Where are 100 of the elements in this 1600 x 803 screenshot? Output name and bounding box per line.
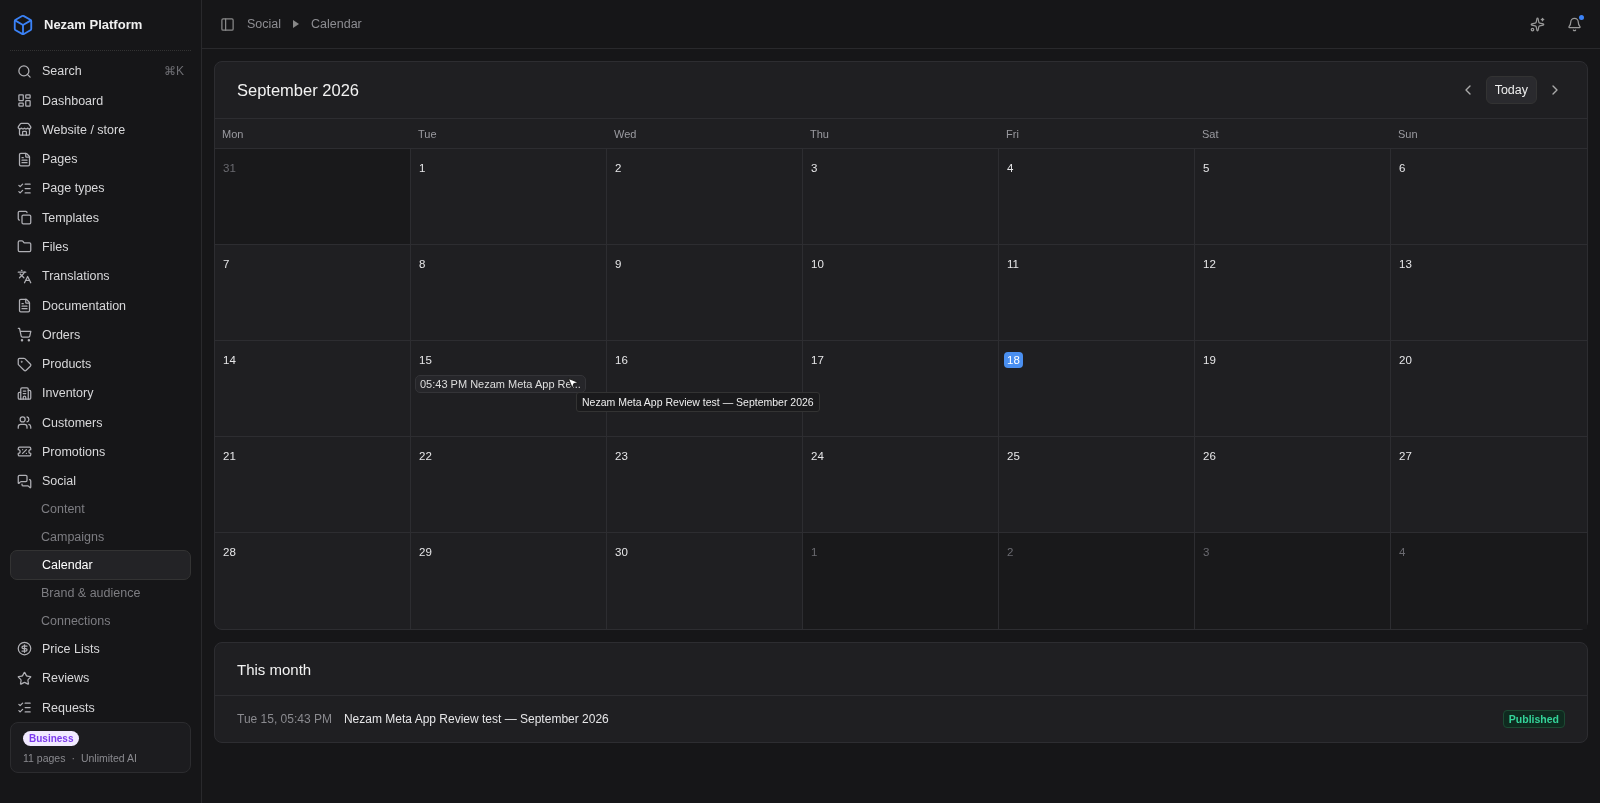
day-cell[interactable]: 19 [1195, 341, 1391, 437]
day-cell[interactable]: 23 [607, 437, 803, 533]
day-number: 3 [811, 162, 818, 174]
nav-item[interactable]: Orders [10, 320, 191, 350]
day-number: 19 [1203, 354, 1216, 366]
nav-item[interactable]: Translations [10, 261, 191, 291]
today-button[interactable]: Today [1485, 76, 1537, 104]
day-cell[interactable]: 5 [1195, 149, 1391, 245]
document-icon [17, 298, 32, 313]
day-number: 14 [223, 354, 236, 366]
nav-item[interactable]: Reviews [10, 663, 191, 693]
weekday-header: Thu [803, 119, 999, 149]
ticket-icon [17, 444, 32, 460]
shortcut-hint: ⌘K [164, 64, 184, 79]
day-cell[interactable]: 22 [411, 437, 607, 533]
day-cell[interactable]: 2 [607, 149, 803, 245]
users-icon [17, 415, 32, 431]
weekday-header: Sat [1195, 119, 1391, 149]
status-badge: Published [1502, 710, 1565, 728]
day-cell[interactable]: 10 [803, 245, 999, 341]
event-chip[interactable]: 05:43 PM Nezam Meta App Re... [415, 375, 586, 393]
separator: · [71, 752, 75, 765]
day-number: 12 [1203, 258, 1216, 270]
day-cell[interactable]: 11 [999, 245, 1195, 341]
breadcrumb-link[interactable]: Social [247, 17, 282, 31]
day-number: 1 [811, 546, 818, 558]
search-icon [17, 63, 32, 79]
day-number: 20 [1399, 354, 1412, 366]
day-cell[interactable]: 9 [607, 245, 803, 341]
day-cell[interactable]: 29 [411, 533, 607, 629]
store-icon [17, 122, 32, 138]
nav-item[interactable]: Customers [10, 408, 191, 438]
day-cell[interactable]: 14 [215, 341, 411, 437]
day-cell[interactable]: 13 [1391, 245, 1587, 341]
nav-item[interactable]: Dashboard [10, 85, 191, 116]
nav-item[interactable]: Price Lists [10, 634, 191, 664]
day-cell[interactable]: 4 [999, 149, 1195, 245]
sparkles-icon[interactable] [1530, 16, 1545, 32]
checklist-icon [17, 180, 32, 196]
bell-icon[interactable] [1567, 16, 1582, 32]
sidebar-toggle-icon[interactable] [220, 16, 235, 32]
translate-icon [17, 268, 32, 284]
folder-icon [17, 239, 32, 255]
nav-item[interactable]: Promotions [10, 437, 191, 467]
day-cell[interactable]: 8 [411, 245, 607, 341]
day-number: 30 [615, 546, 628, 558]
day-number: 2 [615, 162, 622, 174]
nav-subitem[interactable]: Connections [10, 607, 191, 635]
day-cell[interactable]: 21 [215, 437, 411, 533]
day-cell[interactable]: 7 [215, 245, 411, 341]
day-number: 25 [1007, 450, 1020, 462]
day-cell[interactable]: 6 [1391, 149, 1587, 245]
day-number: 9 [615, 258, 622, 270]
day-number: 11 [1007, 258, 1019, 270]
app-name: Nezam Platform [44, 17, 143, 33]
cart-icon [17, 327, 32, 343]
weekday-header: Sun [1391, 119, 1587, 149]
nav-subitem[interactable]: Brand & audience [10, 579, 191, 608]
nav-subitem[interactable]: Calendar [10, 550, 191, 580]
nav-item[interactable]: Social [10, 466, 191, 496]
section-title: This month [237, 660, 312, 678]
nav-item[interactable]: Files [10, 232, 191, 262]
nav-subitem[interactable]: Campaigns [10, 523, 191, 551]
day-number: 21 [223, 450, 236, 462]
day-cell[interactable]: 28 [215, 533, 411, 629]
month-title: September 2026 [237, 80, 359, 100]
day-number: 24 [811, 450, 824, 462]
cube-logo-icon [12, 13, 34, 36]
nav-item[interactable]: Products [10, 349, 191, 379]
nav-item[interactable]: Templates [10, 203, 191, 233]
day-number: 8 [419, 258, 426, 270]
nav-item[interactable]: Requests [10, 692, 191, 723]
grid-icon [17, 93, 32, 109]
nav-item[interactable]: Website / store [10, 115, 191, 145]
day-number: 4 [1399, 546, 1406, 558]
tag-icon [17, 356, 32, 372]
day-cell[interactable]: 3 [803, 149, 999, 245]
day-cell[interactable]: 1 [411, 149, 607, 245]
nav-item[interactable]: Pages [10, 144, 191, 174]
star-icon [17, 670, 32, 686]
day-number: 27 [1399, 450, 1412, 462]
day-number: 15 [419, 354, 432, 366]
plan-badge: Business [23, 731, 80, 747]
breadcrumb-link[interactable]: Calendar [311, 17, 362, 31]
search-item[interactable]: Search ⌘K [10, 56, 191, 86]
nav-item[interactable]: Inventory [10, 378, 191, 408]
day-number: 1 [419, 162, 426, 174]
day-cell[interactable]: 20 [1391, 341, 1587, 437]
day-number: 2 [1007, 546, 1014, 558]
event-title: Nezam Meta App Review test — September 2026 [343, 712, 609, 726]
day-number: 28 [223, 546, 236, 558]
nav-item[interactable]: Documentation [10, 290, 191, 321]
day-number: 4 [1007, 162, 1014, 174]
day-number: 7 [223, 258, 230, 270]
day-cell[interactable]: 12 [1195, 245, 1391, 341]
nav-subitem[interactable]: Content [10, 495, 191, 524]
weekday-header: Fri [999, 119, 1195, 149]
nav-item[interactable]: Page types [10, 173, 191, 204]
document-icon [17, 151, 32, 167]
day-number: 22 [419, 450, 432, 462]
